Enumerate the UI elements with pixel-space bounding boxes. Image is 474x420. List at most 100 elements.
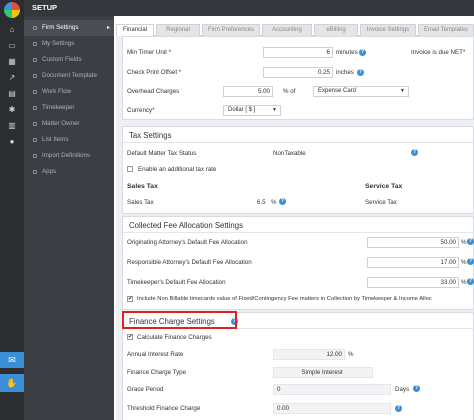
document-icon — [33, 74, 37, 78]
sales-tax-value[interactable]: 6.5 — [257, 199, 266, 206]
user-icon[interactable]: ● — [7, 138, 17, 146]
min-timer-input[interactable]: 6 — [263, 47, 333, 58]
workflow-icon — [33, 90, 37, 94]
sidebar-item-document-template[interactable]: Document Template — [24, 68, 114, 84]
tab-email-templates[interactable]: Email Templates — [418, 24, 474, 36]
tax-settings-title: Tax Settings — [129, 131, 172, 140]
import-icon — [33, 154, 37, 158]
tab-ebilling[interactable]: eBilling — [314, 24, 358, 36]
help-icon[interactable]: ? — [413, 385, 420, 392]
help-icon[interactable]: ? — [359, 49, 366, 56]
fee-allocation-card: Collected Fee Allocation Settings Origin… — [122, 216, 474, 310]
sidebar-item-label: Firm Settings — [42, 24, 79, 31]
page-title: SETUP — [32, 3, 58, 12]
finance-type-label: Finance Charge Type — [127, 369, 187, 376]
grace-period-input[interactable]: 0 — [273, 384, 391, 395]
tab-bar: Financial Regional Firm Preferences Acco… — [116, 22, 474, 37]
check-print-unit: inches — [336, 69, 354, 76]
settings-icon[interactable]: ✱ — [7, 106, 17, 114]
sidebar-item-work-flow[interactable]: Work Flow — [24, 84, 114, 100]
sales-tax-label: Sales Tax — [127, 199, 154, 206]
help-icon[interactable]: ? — [467, 238, 474, 245]
fee-row-label: Originating Attorney's Default Fee Alloc… — [127, 239, 248, 246]
calendar-icon[interactable]: ▦ — [7, 58, 17, 66]
currency-select[interactable]: Dollar [ $ ] ▼ — [223, 105, 281, 116]
interest-rate-input[interactable]: 12.00 — [273, 349, 345, 360]
threshold-input[interactable]: 0.00 — [273, 403, 391, 414]
timekeeper-fee-input[interactable]: 33.00 — [367, 277, 459, 288]
home-icon[interactable]: ⌂ — [7, 26, 17, 34]
default-tax-status-value[interactable]: NonTaxable — [273, 150, 306, 157]
highlight-box — [122, 311, 237, 329]
folder-icon[interactable]: ▭ — [7, 42, 17, 50]
help-icon[interactable]: ? — [467, 278, 474, 285]
sidebar-item-firm-settings[interactable]: Firm Settings ▸ — [24, 20, 114, 36]
tab-accounting[interactable]: Accounting — [262, 24, 312, 36]
default-tax-status-label: Default Matter Tax Status — [127, 150, 197, 157]
include-nonbillable-checkbox[interactable]: ✔ — [127, 296, 133, 302]
gear-icon — [33, 26, 37, 30]
enable-tax-label: Enable an additional tax rate — [138, 166, 217, 173]
document-icon[interactable]: ▤ — [7, 90, 17, 98]
originating-fee-input[interactable]: 50.00 — [367, 237, 459, 248]
thumbs-up-icon[interactable]: ✋ — [0, 374, 24, 392]
sidebar-item-list-items[interactable]: List Items — [24, 132, 114, 148]
sidebar-item-label: List Items — [42, 136, 69, 143]
select-value: Expense Card — [318, 88, 357, 94]
reports-icon[interactable]: ▥ — [7, 122, 17, 130]
sidebar-item-label: Apps — [42, 168, 57, 175]
fee-row-unit: % — [461, 239, 467, 246]
check-print-input[interactable]: 0.25 — [263, 67, 333, 78]
sidebar-item-timekeeper[interactable]: Timekeeper — [24, 100, 114, 116]
sidebar: Firm Settings ▸ My Settings Custom Fields… — [24, 16, 114, 420]
owner-icon — [33, 122, 37, 126]
sidebar-item-custom-fields[interactable]: Custom Fields — [24, 52, 114, 68]
sidebar-item-label: Import Definitions — [42, 152, 91, 159]
main-content: Min Timer Unit * 6 minutes ? Invoice is … — [116, 36, 474, 420]
overhead-label: Overhead Charges — [127, 88, 180, 95]
icon-rail: ⌂ ▭ ▦ ↗ ▤ ✱ ▥ ● ✉ ✋ — [0, 0, 24, 420]
help-icon[interactable]: ? — [395, 405, 402, 412]
sidebar-item-apps[interactable]: Apps — [24, 164, 114, 180]
grace-period-label: Grace Period — [127, 386, 164, 393]
fee-row-label: Timekeeper's Default Fee Allocation — [127, 279, 226, 286]
tab-invoice-settings[interactable]: Invoice Settings — [360, 24, 416, 36]
tab-regional[interactable]: Regional — [156, 24, 200, 36]
finance-type-select[interactable]: Simple Interest — [273, 367, 373, 378]
chart-icon[interactable]: ↗ — [7, 74, 17, 82]
fee-row-unit: % — [461, 259, 467, 266]
tab-firm-preferences[interactable]: Firm Preferences — [202, 24, 260, 36]
sidebar-item-label: Matter Owner — [42, 120, 80, 127]
chat-icon[interactable]: ✉ — [0, 352, 24, 368]
invoice-due-label: Invoice is due NET* — [411, 49, 466, 56]
sidebar-item-label: Work Flow — [42, 88, 72, 95]
min-timer-label: Min Timer Unit * — [127, 49, 172, 56]
help-icon[interactable]: ? — [467, 258, 474, 265]
overhead-input[interactable]: 5.00 — [223, 86, 273, 97]
calculate-finance-label: Calculate Finance Charges — [137, 334, 212, 341]
clock-icon — [33, 106, 37, 110]
grace-period-unit: Days — [395, 386, 410, 393]
sidebar-item-my-settings[interactable]: My Settings — [24, 36, 114, 52]
enable-tax-checkbox[interactable] — [127, 166, 133, 172]
help-icon[interactable]: ? — [357, 69, 364, 76]
responsible-fee-input[interactable]: 17.00 — [367, 257, 459, 268]
sidebar-item-import-definitions[interactable]: Import Definitions — [24, 148, 114, 164]
tax-settings-card: Tax Settings Default Matter Tax Status N… — [122, 126, 474, 214]
calculate-finance-checkbox[interactable]: ✔ — [127, 334, 133, 340]
sidebar-item-matter-owner[interactable]: Matter Owner — [24, 116, 114, 132]
select-value: Dollar [ $ ] — [228, 107, 256, 113]
sidebar-item-label: Document Template — [42, 72, 97, 79]
sidebar-item-label: My Settings — [42, 40, 75, 47]
overhead-select[interactable]: Expense Card ▼ — [313, 86, 409, 97]
sidebar-item-label: Custom Fields — [42, 56, 82, 63]
chevron-down-icon: ▼ — [400, 88, 405, 94]
help-icon[interactable]: ? — [411, 149, 418, 156]
interest-rate-label: Annual Interest Rate — [127, 351, 184, 358]
help-icon[interactable]: ? — [279, 198, 286, 205]
include-nonbillable-label: Include Non Billable timecards value of … — [137, 296, 432, 302]
app-logo-icon[interactable] — [4, 2, 20, 18]
invoice-settings-card: Min Timer Unit * 6 minutes ? Invoice is … — [122, 36, 474, 120]
overhead-unit: % of — [283, 88, 296, 95]
fields-icon — [33, 58, 37, 62]
